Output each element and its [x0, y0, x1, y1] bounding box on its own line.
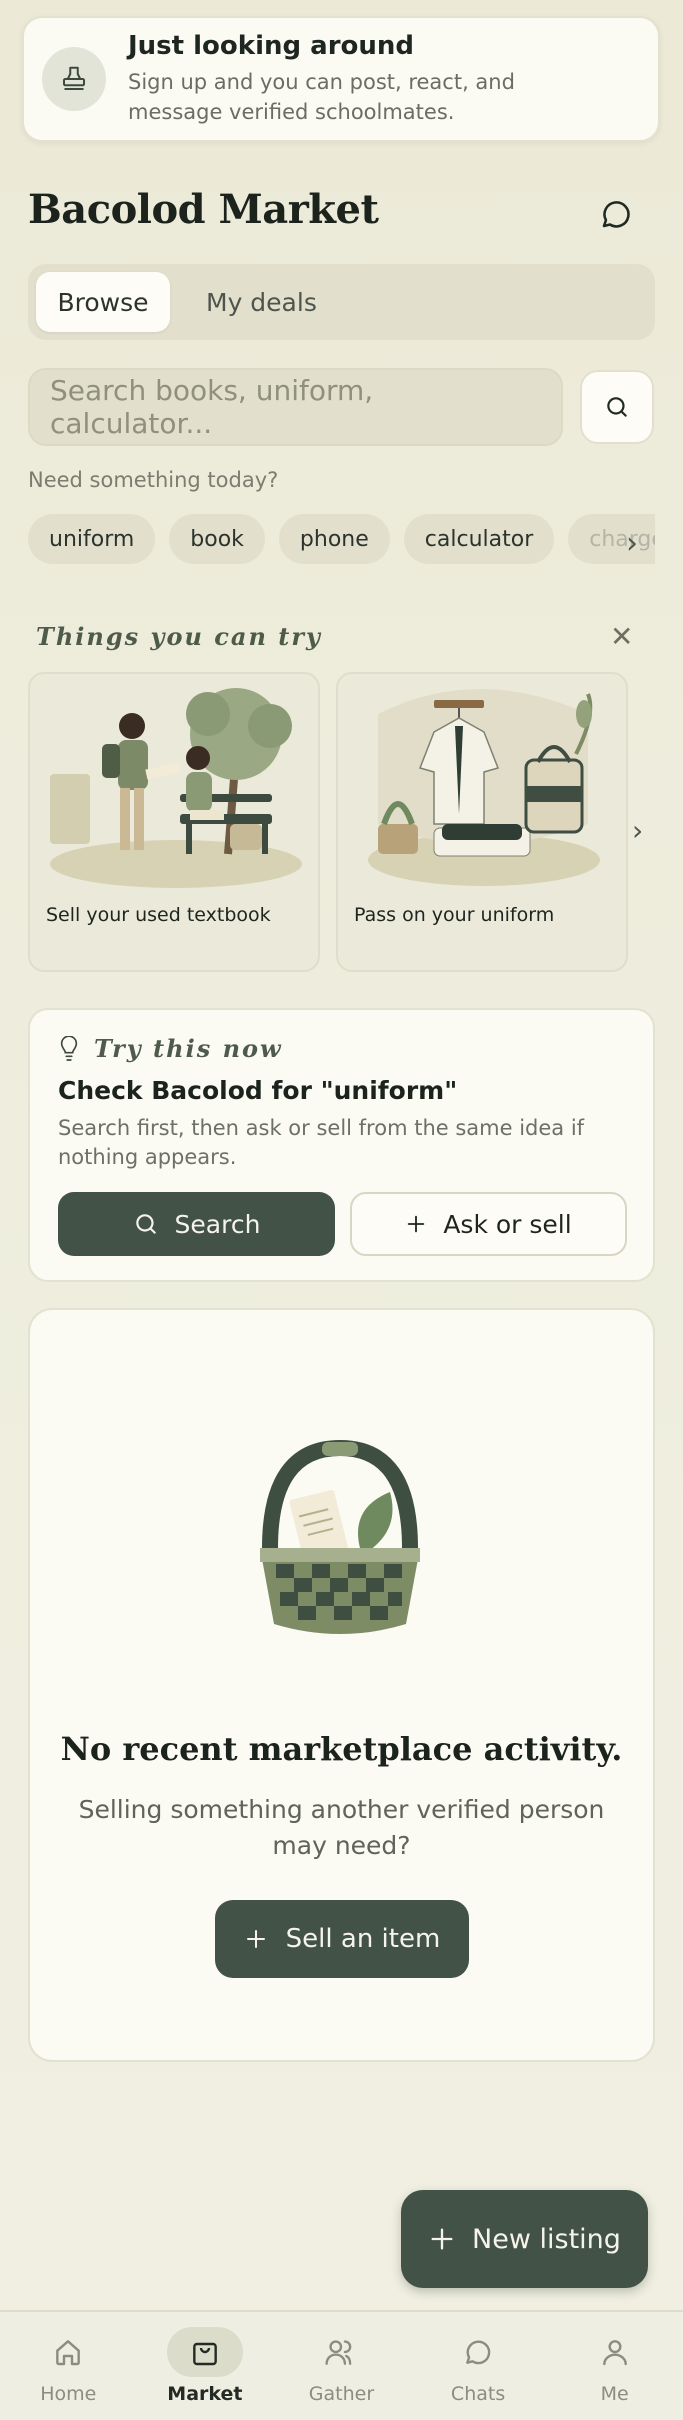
try-now-heading: Try this now [94, 1034, 283, 1063]
home-icon [56, 2340, 81, 2366]
sell-item-label: Sell an item [285, 1924, 441, 1954]
card-label: Sell your used textbook [46, 904, 271, 926]
header-chat-button[interactable] [592, 190, 640, 238]
empty-state-title: No recent marketplace activity. [60, 1730, 623, 1768]
textbook-illustration [50, 688, 302, 888]
search-icon [135, 1214, 156, 1234]
nav-item-market[interactable]: Market [150, 2327, 260, 2405]
tab-my-deals[interactable]: My deals [178, 272, 345, 332]
new-listing-label: New listing [472, 2223, 621, 2255]
suggestions-label: Need something today? [28, 468, 279, 492]
guest-banner-subtitle: Sign up and you can post, react, and mes… [128, 70, 515, 124]
search-button[interactable] [580, 370, 654, 444]
bottom-nav: Home Market Gather Chats Me [0, 2310, 683, 2420]
chevron-right-icon[interactable]: › [626, 526, 638, 561]
card-pass-uniform[interactable]: Pass on your uniform [336, 672, 628, 972]
basket-illustration [260, 1439, 420, 1634]
card-sell-textbook[interactable]: Sell your used textbook [28, 672, 320, 972]
ask-or-sell-label: Ask or sell [443, 1209, 572, 1239]
plus-icon [246, 1930, 265, 1948]
empty-state-card: No recent marketplace activity. Selling … [28, 1308, 655, 2062]
nav-item-chats[interactable]: Chats [423, 2327, 533, 2405]
chip-calculator[interactable]: calculator [403, 514, 555, 564]
new-listing-button[interactable]: New listing [401, 2190, 648, 2288]
nav-label: Me [600, 2383, 629, 2405]
nav-label: Market [167, 2383, 243, 2405]
try-now-title: Check Bacolod for "uniform" [58, 1076, 458, 1105]
chat-bubble-icon [602, 201, 630, 228]
empty-state-subtitle: Selling something another verified perso… [78, 1795, 605, 1860]
nav-item-gather[interactable]: Gather [286, 2327, 396, 2405]
nav-item-me[interactable]: Me [560, 2327, 670, 2405]
try-now-description: Search first, then ask or sell from the … [58, 1116, 585, 1169]
things-to-try-heading: Things you can try [36, 622, 322, 651]
try-search-button[interactable]: Search [58, 1192, 335, 1256]
nav-label: Home [40, 2383, 97, 2405]
uniform-illustration [368, 689, 600, 886]
guest-banner-title: Just looking around [128, 31, 415, 61]
lightbulb-icon [60, 1035, 78, 1061]
chip-phone[interactable]: phone [278, 514, 390, 564]
plus-icon [431, 2228, 453, 2250]
search-icon [607, 397, 627, 417]
chevron-right-icon[interactable]: › [632, 814, 643, 847]
try-search-label: Search [174, 1209, 261, 1239]
stamp-icon [42, 47, 106, 111]
person-icon [602, 2340, 627, 2366]
nav-label: Chats [450, 2383, 506, 2405]
card-label: Pass on your uniform [354, 904, 555, 926]
people-icon [325, 2340, 352, 2365]
try-this-now-card: Try this now Check Bacolod for "uniform"… [28, 1008, 655, 1282]
close-icon[interactable]: ✕ [610, 620, 633, 653]
ask-or-sell-button[interactable]: Ask or sell [350, 1192, 627, 1256]
nav-label: Gather [308, 2383, 375, 2405]
page-title: Bacolod Market [28, 186, 379, 233]
guest-banner[interactable]: Just looking around Sign up and you can … [22, 16, 660, 142]
chip-charger[interactable]: charger [568, 514, 655, 564]
market-tabs: Browse My deals [28, 264, 655, 340]
suggestion-chips: uniform book phone calculator charger [28, 514, 655, 564]
nav-item-home[interactable]: Home [13, 2327, 123, 2405]
shopping-bag-icon [193, 2342, 217, 2366]
chip-uniform[interactable]: uniform [28, 514, 156, 564]
plus-icon [408, 1215, 425, 1233]
search-input[interactable]: Search books, uniform, calculator... [28, 368, 563, 446]
tab-browse[interactable]: Browse [36, 272, 170, 332]
sell-item-button[interactable]: Sell an item [215, 1900, 469, 1978]
chat-bubble-icon [466, 2340, 491, 2365]
chip-book[interactable]: book [169, 514, 265, 564]
